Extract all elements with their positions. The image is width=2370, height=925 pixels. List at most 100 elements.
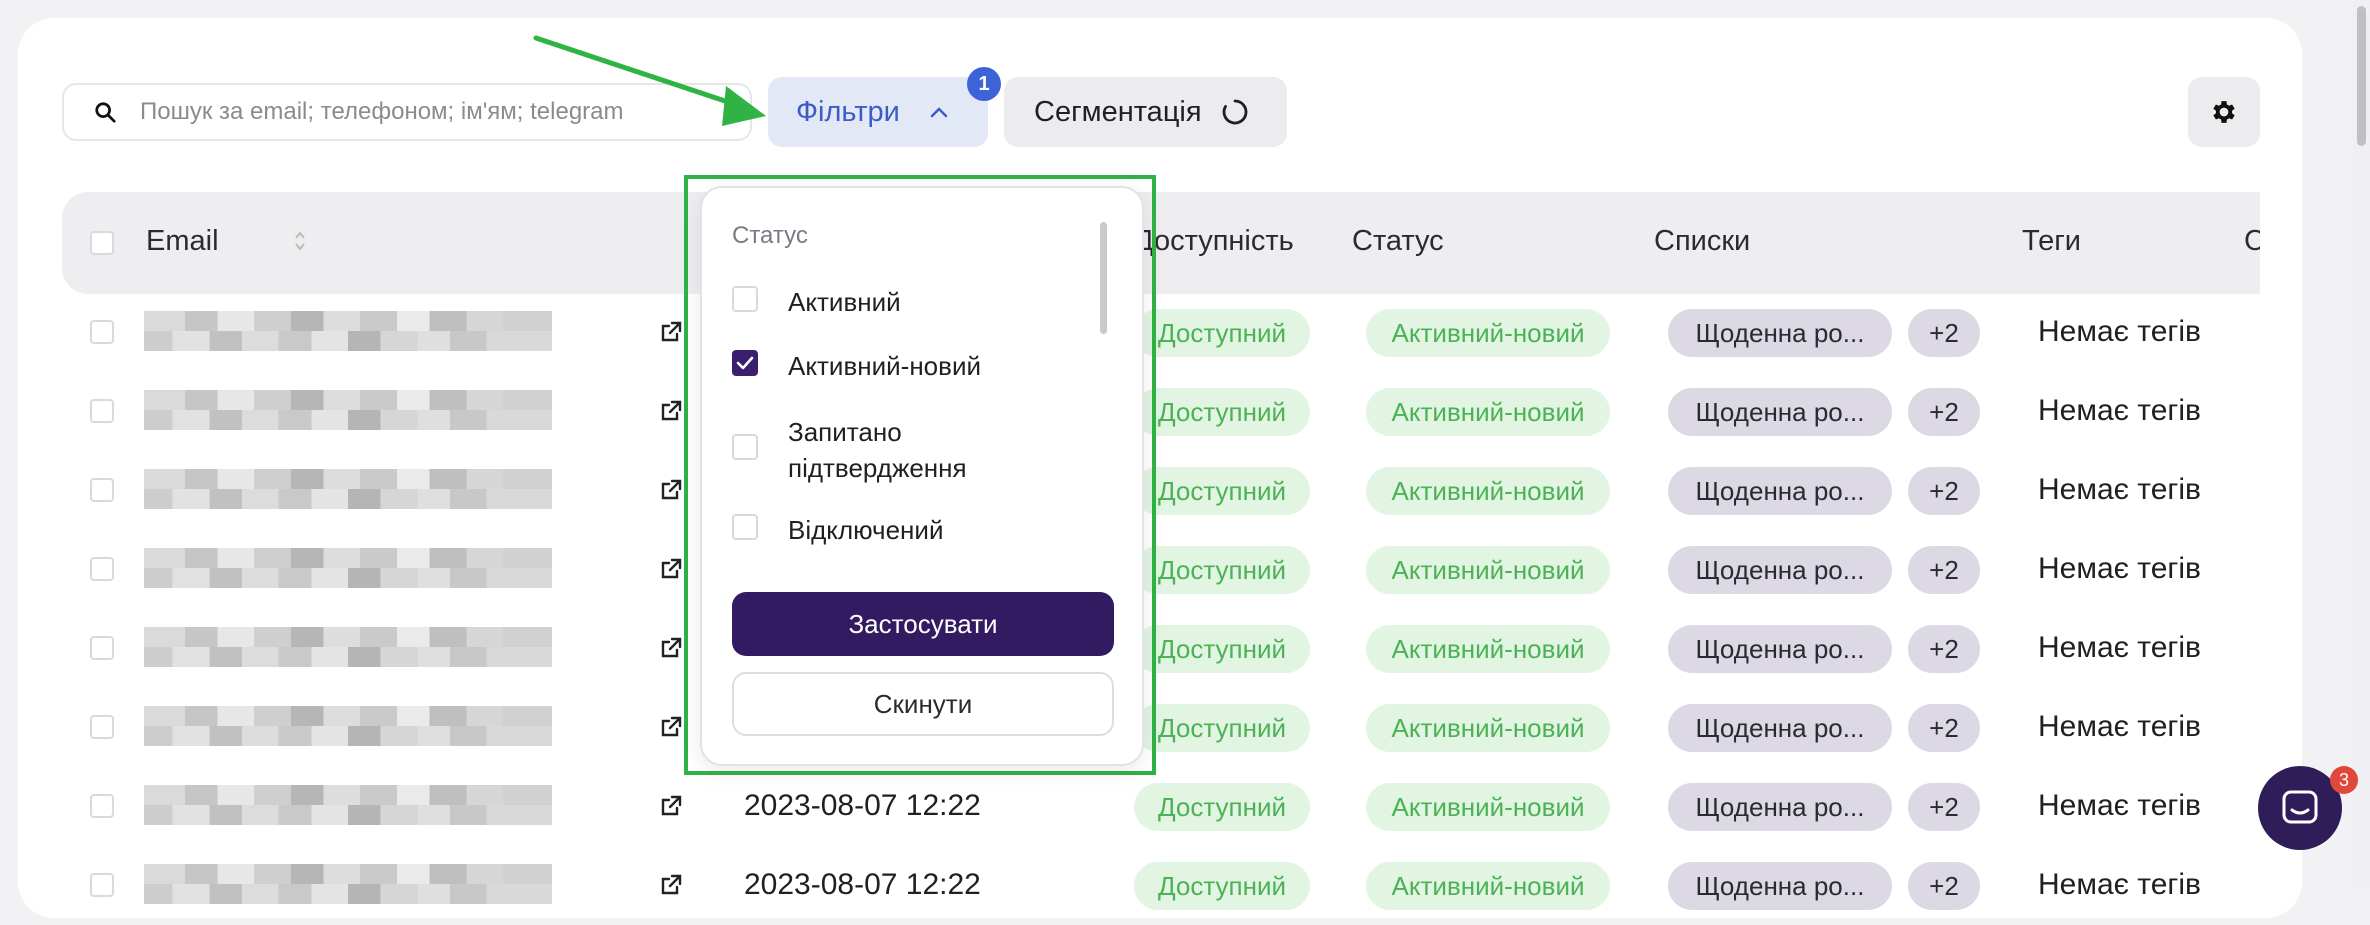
more-lists-badge[interactable]: +2 [1908,704,1980,752]
email-redacted [144,627,552,667]
table-row[interactable]: Доступний Активний-новий Щоденна ро... +2 Не… [62,609,2260,688]
filter-option-label: Активний-новий [788,351,981,381]
status-badge: Активний-новий [1366,862,1610,910]
column-header-cut[interactable]: С [2244,225,2260,258]
search-icon [95,102,116,123]
filter-checkbox[interactable] [732,434,758,460]
filter-option-label: Відключений [788,515,944,545]
table-row[interactable]: 2023-08-07 12:22 Доступний Активний-новий Щ… [62,767,2260,846]
more-lists-badge[interactable]: +2 [1908,546,1980,594]
filter-checkbox-checked[interactable] [732,350,758,376]
chevron-up-icon [930,107,948,118]
row-checkbox[interactable] [90,557,114,581]
filter-option-label: Активний [788,287,901,317]
external-link-icon[interactable] [659,794,683,818]
tags-value: Немає тегів [2038,789,2201,822]
table-header: Email Доступність Статус Списки Теги С [62,192,2260,294]
external-link-icon[interactable] [659,320,683,344]
email-redacted [144,469,552,509]
column-header-lists[interactable]: Списки [1654,225,1750,258]
list-badge[interactable]: Щоденна ро... [1668,546,1892,594]
more-lists-badge[interactable]: +2 [1908,862,1980,910]
table-row[interactable]: Доступний Активний-новий Щоденна ро... +2 Не… [62,451,2260,530]
row-checkbox[interactable] [90,636,114,660]
email-redacted [144,706,552,746]
check-icon [736,356,754,370]
page-scrollbar-thumb[interactable] [2357,6,2366,146]
segmentation-button[interactable]: Сегментація [1004,77,1287,147]
more-lists-badge[interactable]: +2 [1908,783,1980,831]
table-row[interactable]: 2023-08-07 12:22 Доступний Активний-новий Щ… [62,846,2260,925]
filters-button[interactable]: Фільтри [768,77,988,147]
column-header-status[interactable]: Статус [1352,225,1444,258]
status-badge: Активний-новий [1366,388,1610,436]
list-badge[interactable]: Щоденна ро... [1668,704,1892,752]
availability-badge: Доступний [1134,625,1310,673]
tags-value: Немає тегів [2038,473,2201,506]
filter-checkbox[interactable] [732,286,758,312]
refresh-icon [1222,99,1247,125]
more-lists-badge[interactable]: +2 [1908,467,1980,515]
popup-scrollbar[interactable] [1100,222,1107,334]
filter-option-confirmation-requested[interactable]: Запитано підтвердження [732,414,1038,486]
status-badge: Активний-новий [1366,309,1610,357]
row-date: 2023-08-07 12:22 [744,868,981,901]
column-header-availability[interactable]: Доступність [1134,225,1294,258]
settings-button[interactable] [2188,77,2260,147]
row-checkbox[interactable] [90,794,114,818]
sort-icon[interactable] [294,230,306,252]
external-link-icon[interactable] [659,715,683,739]
availability-badge: Доступний [1134,704,1310,752]
filter-popup: Статус Активний Активний-новий Запитано … [700,186,1144,766]
availability-badge: Доступний [1134,783,1310,831]
filter-option-active-new[interactable]: Активний-новий [732,348,1038,384]
filter-checkbox[interactable] [732,514,758,540]
chat-icon [2282,790,2318,824]
page-scrollbar[interactable] [2353,0,2370,888]
tags-value: Немає тегів [2038,631,2201,664]
external-link-icon[interactable] [659,557,683,581]
filter-option-disabled[interactable]: Відключений [732,512,1038,548]
table-row[interactable]: Доступний Активний-новий Щоденна ро... +2 Не… [62,293,2260,372]
email-redacted [144,548,552,588]
list-badge[interactable]: Щоденна ро... [1668,388,1892,436]
table-row[interactable]: Доступний Активний-новий Щоденна ро... +2 Не… [62,372,2260,451]
table-row[interactable]: Доступний Активний-новий Щоденна ро... +2 Не… [62,530,2260,609]
table-row[interactable]: Доступний Активний-новий Щоденна ро... +2 Не… [62,688,2260,767]
row-checkbox[interactable] [90,320,114,344]
more-lists-badge[interactable]: +2 [1908,625,1980,673]
row-checkbox[interactable] [90,478,114,502]
column-header-tags[interactable]: Теги [2022,225,2081,258]
list-badge[interactable]: Щоденна ро... [1668,625,1892,673]
column-header-email[interactable]: Email [146,225,219,258]
filter-option-active[interactable]: Активний [732,284,1038,320]
email-redacted [144,311,552,351]
external-link-icon[interactable] [659,478,683,502]
list-badge[interactable]: Щоденна ро... [1668,783,1892,831]
list-badge[interactable]: Щоденна ро... [1668,862,1892,910]
status-badge: Активний-новий [1366,783,1610,831]
email-redacted [144,785,552,825]
external-link-icon[interactable] [659,873,683,897]
filter-option-label: Запитано підтвердження [788,417,967,483]
more-lists-badge[interactable]: +2 [1908,388,1980,436]
status-badge: Активний-новий [1366,704,1610,752]
annotation-arrow [533,35,766,126]
list-badge[interactable]: Щоденна ро... [1668,467,1892,515]
email-redacted [144,864,552,904]
select-all-checkbox[interactable] [90,231,114,255]
more-lists-badge[interactable]: +2 [1908,309,1980,357]
email-redacted [144,390,552,430]
filter-section-title: Статус [732,222,808,249]
status-badge: Активний-новий [1366,546,1610,594]
reset-button[interactable]: Скинути [732,672,1114,736]
status-badge: Активний-новий [1366,467,1610,515]
row-checkbox[interactable] [90,399,114,423]
apply-button[interactable]: Застосувати [732,592,1114,656]
list-badge[interactable]: Щоденна ро... [1668,309,1892,357]
external-link-icon[interactable] [659,399,683,423]
external-link-icon[interactable] [659,636,683,660]
availability-badge: Доступний [1134,862,1310,910]
row-checkbox[interactable] [90,873,114,897]
row-checkbox[interactable] [90,715,114,739]
